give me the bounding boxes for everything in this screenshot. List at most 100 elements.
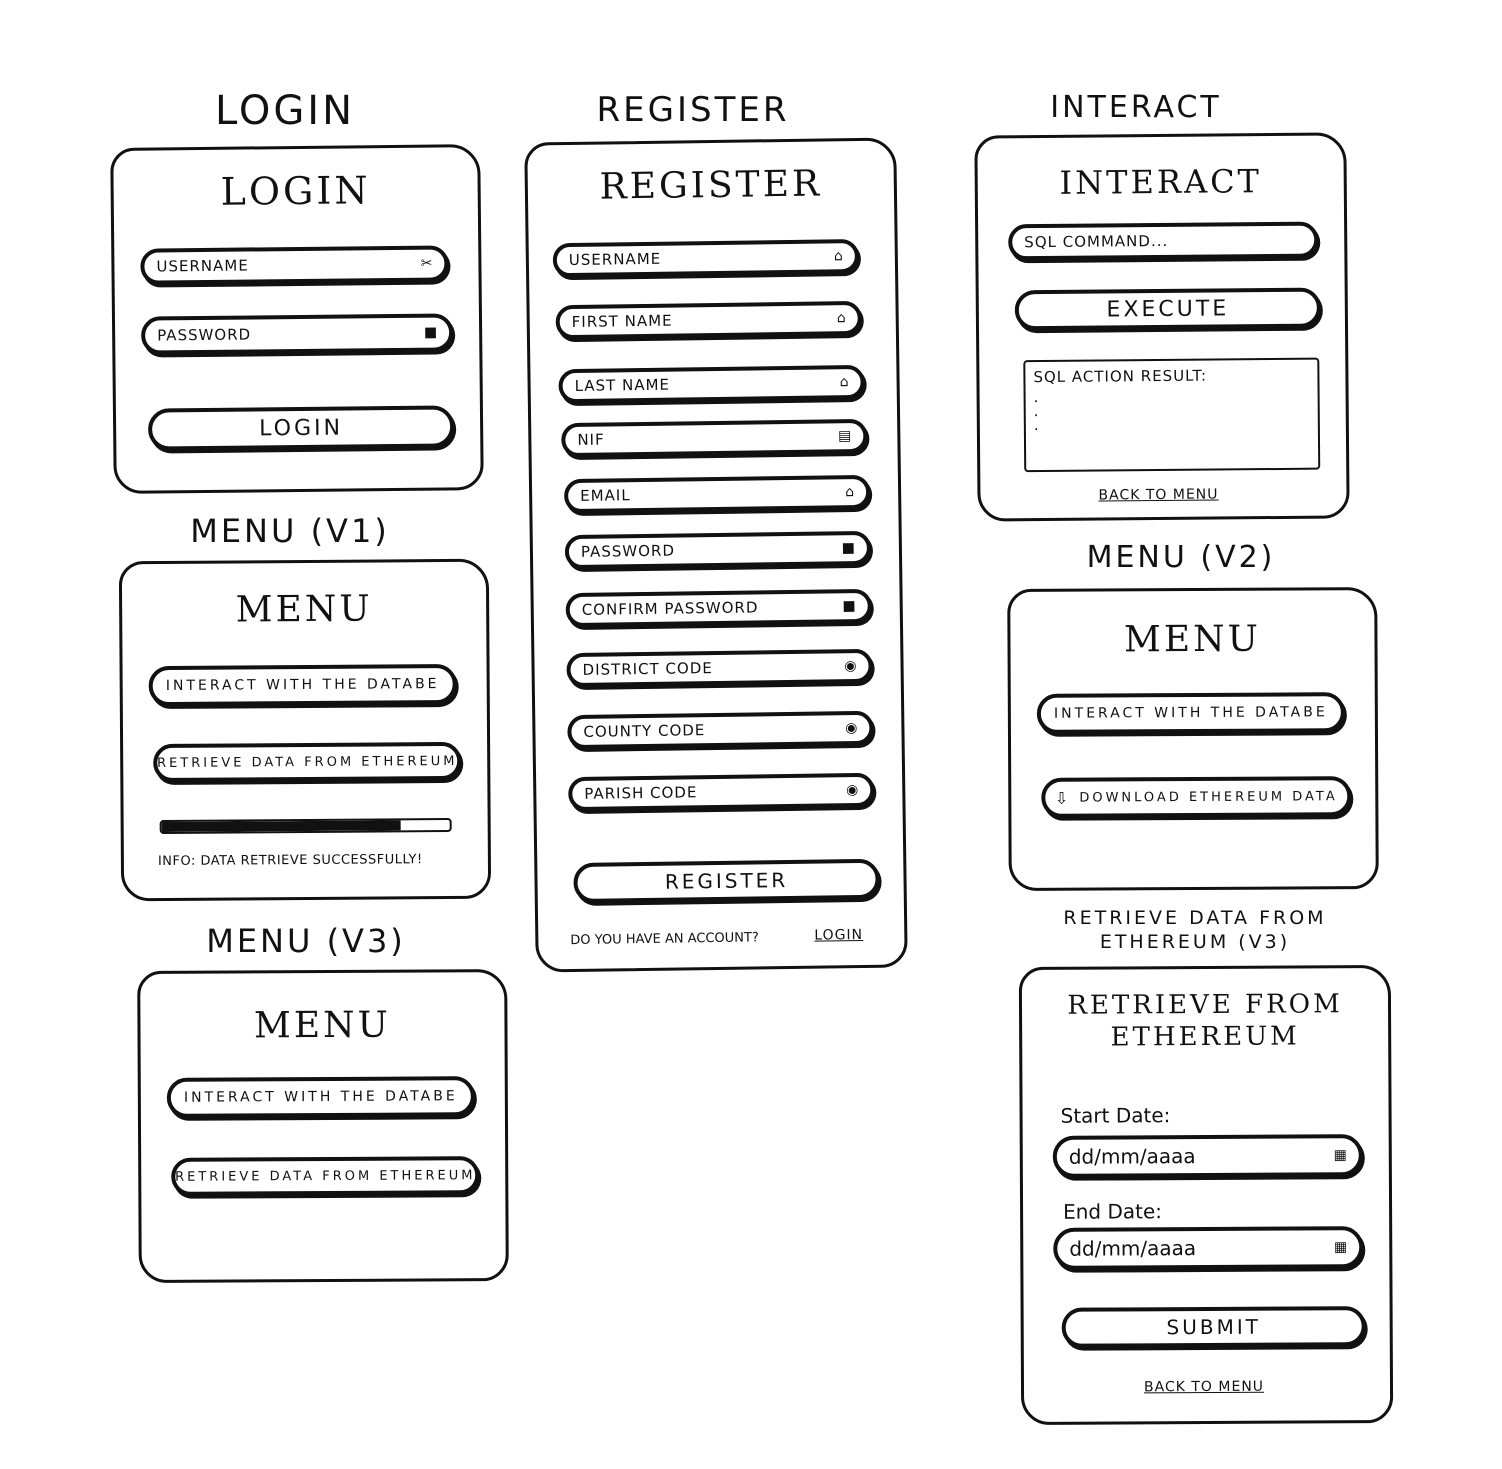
- menu-v2-download-button[interactable]: ⇩ DOWNLOAD ETHEREUM DATA: [1041, 776, 1352, 818]
- login-screen: LOGIN USERNAME ✂ PASSWORD ■ LOGIN: [110, 144, 484, 494]
- menu-v3-interact-button[interactable]: INTERACT WITH THE DATABE: [166, 1076, 475, 1118]
- register-field-label: CONFIRM PASSWORD: [581, 598, 759, 619]
- register-field-label: EMAIL: [580, 486, 631, 505]
- register-button-label: REGISTER: [664, 868, 789, 894]
- menu-v3-caption: MENU (V3): [206, 922, 406, 960]
- login-title: LOGIN: [220, 168, 371, 214]
- password-field[interactable]: PASSWORD ■: [140, 313, 454, 355]
- register-title: REGISTER: [599, 163, 823, 208]
- start-date-label: Start Date:: [1060, 1103, 1171, 1128]
- execute-button-label: EXECUTE: [1106, 295, 1230, 322]
- menu-v3-retrieve-button[interactable]: RETRIEVE DATA FROM ETHEREUM: [171, 1156, 480, 1196]
- login-caption: LOGIN: [214, 88, 356, 134]
- retrieve-title-line2: ETHEREUM: [1110, 1021, 1300, 1053]
- register-field-label: PARISH CODE: [584, 783, 698, 803]
- login-button[interactable]: LOGIN: [147, 405, 455, 451]
- retrieve-v3-caption-line2: ETHEREUM (V3): [1099, 931, 1291, 953]
- id-card-icon: ▤: [838, 428, 852, 445]
- retrieve-v3-caption: RETRIEVE DATA FROM ETHEREUM (V3): [1060, 906, 1330, 954]
- submit-button[interactable]: SUBMIT: [1061, 1306, 1366, 1348]
- username-placeholder: USERNAME: [156, 256, 249, 276]
- menu-v3-title: MENU: [253, 1004, 392, 1047]
- interact-title: INTERACT: [1059, 162, 1263, 202]
- menu-v1-interact-button[interactable]: INTERACT WITH THE DATABE: [148, 663, 457, 707]
- register-field[interactable]: DISTRICT CODE ◉: [566, 648, 873, 688]
- menu-v2-caption: MENU (V2): [1086, 540, 1276, 575]
- user-icon: ⌂: [839, 374, 849, 391]
- interact-back-link[interactable]: BACK TO MENU: [1098, 487, 1218, 504]
- start-date-input[interactable]: dd/mm/aaaa ▦: [1052, 1134, 1363, 1178]
- register-field-label: NIF: [577, 430, 605, 449]
- register-field[interactable]: NIF ▤: [561, 418, 868, 458]
- register-field-label: USERNAME: [568, 249, 662, 270]
- register-field-label: FIRST NAME: [571, 311, 673, 331]
- register-field[interactable]: PARISH CODE ◉: [568, 772, 875, 812]
- sql-command-placeholder: SQL COMMAND...: [1024, 231, 1169, 252]
- register-field[interactable]: FIRST NAME ⌂: [555, 300, 862, 340]
- submit-button-label: SUBMIT: [1166, 1314, 1261, 1340]
- register-field[interactable]: CONFIRM PASSWORD ■: [565, 588, 872, 628]
- menu-v1-progress-bar: [159, 817, 452, 835]
- account-prompt: DO YOU HAVE AN ACCOUNT?: [570, 930, 759, 949]
- calendar-icon[interactable]: ▦: [1334, 1147, 1347, 1163]
- register-field-label: DISTRICT CODE: [582, 659, 713, 679]
- menu-v1-progress-fill: [161, 820, 401, 833]
- register-login-link[interactable]: LOGIN: [814, 927, 863, 944]
- menu-v3-interact-label: INTERACT WITH THE DATABE: [183, 1088, 458, 1106]
- register-field[interactable]: PASSWORD ■: [564, 530, 872, 570]
- register-caption: REGISTER: [596, 90, 790, 130]
- username-field[interactable]: USERNAME ✂: [140, 245, 449, 285]
- register-field[interactable]: USERNAME ⌂: [552, 238, 860, 278]
- register-field-label: COUNTY CODE: [583, 721, 706, 741]
- map-pin-icon: ◉: [845, 720, 858, 737]
- start-date-placeholder: dd/mm/aaaa: [1068, 1144, 1196, 1169]
- menu-v2-title: MENU: [1123, 618, 1262, 661]
- retrieve-v3-caption-line1: RETRIEVE DATA FROM: [1063, 907, 1327, 929]
- map-pin-icon: ◉: [844, 658, 857, 675]
- end-date-input[interactable]: dd/mm/aaaa ▦: [1053, 1226, 1364, 1270]
- menu-v3-screen: MENU INTERACT WITH THE DATABE RETRIEVE D…: [137, 969, 509, 1283]
- retrieve-title: RETRIEVE FROM ETHEREUM: [1022, 988, 1388, 1054]
- sql-command-input[interactable]: SQL COMMAND...: [1008, 221, 1319, 261]
- retrieve-title-line1: RETRIEVE FROM: [1067, 989, 1343, 1021]
- download-icon: ⇩: [1054, 788, 1072, 808]
- register-field[interactable]: EMAIL ⌂: [563, 474, 871, 514]
- execute-button[interactable]: EXECUTE: [1014, 287, 1322, 331]
- user-icon: ✂: [420, 255, 433, 272]
- menu-v2-interact-button[interactable]: INTERACT WITH THE DATABE: [1036, 692, 1345, 734]
- calendar-icon[interactable]: ▦: [1334, 1239, 1347, 1255]
- menu-v3-retrieve-label: RETRIEVE DATA FROM ETHEREUM: [175, 1167, 476, 1185]
- register-screen: REGISTER USERNAME ⌂ FIRST NAME ⌂ LAST NAME ⌂ N…: [524, 137, 908, 973]
- register-button[interactable]: REGISTER: [573, 858, 880, 904]
- menu-v1-caption: MENU (V1): [190, 512, 390, 550]
- map-pin-icon: ◉: [845, 782, 859, 799]
- interact-screen: INTERACT SQL COMMAND... EXECUTE SQL ACTI…: [974, 132, 1350, 522]
- user-icon: ⌂: [836, 310, 846, 327]
- login-button-label: LOGIN: [259, 415, 344, 441]
- sql-result-label: SQL ACTION RESULT:: [1033, 366, 1208, 387]
- menu-v1-info-text: INFO: DATA RETRIEVE SUCCESSFULLY!: [157, 852, 423, 870]
- menu-v2-screen: MENU INTERACT WITH THE DATABE ⇩ DOWNLOAD…: [1007, 587, 1379, 891]
- menu-v1-retrieve-label: RETRIEVE DATA FROM ETHEREUM: [157, 753, 458, 771]
- register-field[interactable]: LAST NAME ⌂: [558, 364, 865, 404]
- register-field-label: PASSWORD: [580, 541, 676, 561]
- end-date-placeholder: dd/mm/aaaa: [1069, 1236, 1197, 1261]
- register-field-label: LAST NAME: [574, 375, 671, 395]
- register-field[interactable]: COUNTY CODE ◉: [567, 710, 874, 750]
- retrieve-back-link[interactable]: BACK TO MENU: [1144, 1379, 1264, 1396]
- menu-v2-download-label: DOWNLOAD ETHEREUM DATA: [1079, 788, 1338, 806]
- menu-v2-interact-label: INTERACT WITH THE DATABE: [1053, 704, 1328, 722]
- menu-v1-title: MENU: [235, 588, 373, 631]
- end-date-label: End Date:: [1063, 1199, 1163, 1224]
- lock-icon: ■: [423, 324, 438, 341]
- user-icon: ⌂: [833, 248, 843, 265]
- retrieve-screen: RETRIEVE FROM ETHEREUM Start Date: dd/mm…: [1018, 965, 1394, 1425]
- user-icon: ⌂: [845, 484, 855, 501]
- sql-result-content: . . .: [1033, 388, 1040, 435]
- lock-icon: ■: [842, 598, 856, 615]
- lock-icon: ■: [841, 540, 856, 557]
- menu-v1-interact-label: INTERACT WITH THE DATABE: [165, 676, 440, 694]
- password-placeholder: PASSWORD: [157, 325, 252, 345]
- menu-v1-retrieve-button[interactable]: RETRIEVE DATA FROM ETHEREUM: [153, 741, 462, 783]
- menu-v1-screen: MENU INTERACT WITH THE DATABE RETRIEVE D…: [118, 558, 492, 902]
